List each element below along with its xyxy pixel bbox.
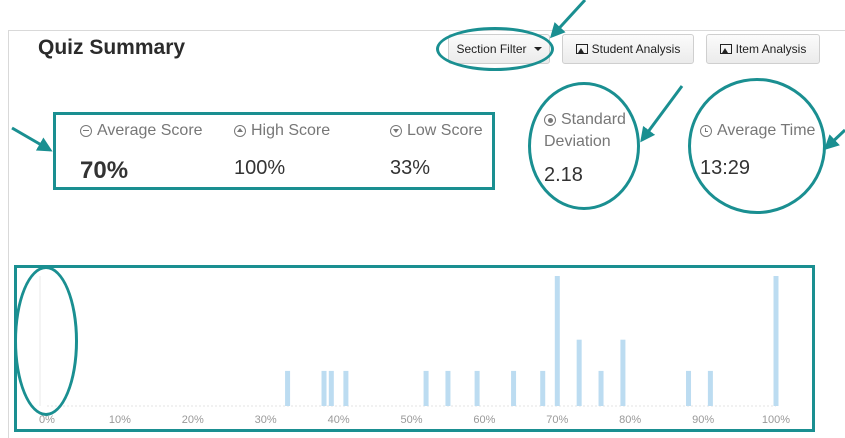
- arrow-scores: [11, 126, 53, 152]
- arrow-avg-time: [823, 128, 845, 151]
- annotation-arrows: [11, 0, 845, 152]
- arrow-section-filter: [549, 0, 587, 39]
- arrow-std-dev: [640, 85, 684, 143]
